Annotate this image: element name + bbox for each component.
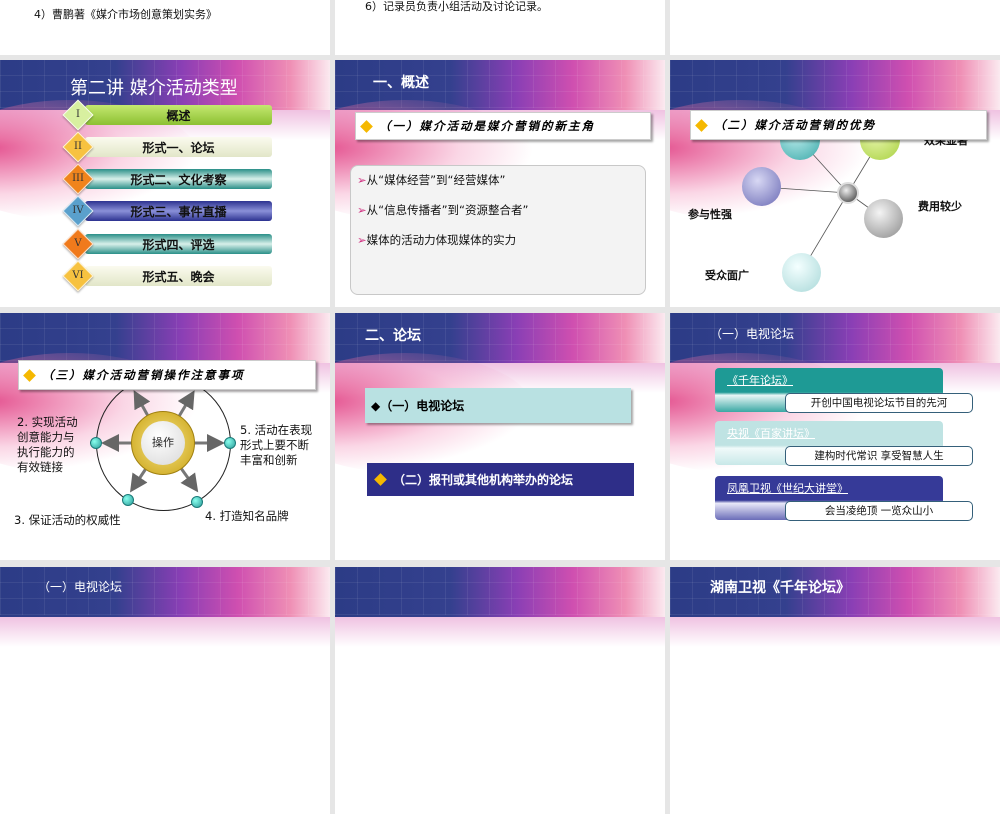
slide-text: 4）曹鹏著《媒介市场创意策划实务》 — [34, 8, 217, 21]
slogan-pill: 开创中国电视论坛节目的先河 — [785, 393, 973, 413]
bullet-text: 媒体的活动力体现媒体的实力 — [366, 233, 517, 247]
slogan-pill: 建构时代常识 享受智慧人生 — [785, 446, 973, 466]
note-line: 形式上要不断 — [240, 438, 309, 452]
slide-title: 一、概述 — [373, 75, 429, 91]
toc-number: III — [72, 173, 84, 184]
arrow-bullet-icon: ➢ — [357, 233, 367, 247]
circle-node — [864, 199, 903, 238]
slide-thumbnail-advantages[interactable]: 效果显著 费用较少 参与性强 受众面广 （二）媒介活动营销的优势 — [670, 60, 1000, 307]
slide-title: 二、论坛 — [365, 328, 421, 344]
toc-number: VI — [72, 270, 84, 281]
label-audience: 受众面广 — [705, 269, 749, 282]
toc-number: V — [74, 238, 82, 249]
toc-item: 概述 — [85, 105, 272, 125]
note-line: 2. 实现活动 — [17, 415, 78, 429]
box-text: （二）报刊或其他机构举办的论坛 — [393, 473, 574, 487]
slide-title: （一）电视论坛 — [710, 327, 795, 341]
diamond-icon — [23, 368, 36, 382]
bullet-text: 从“媒体经营”到“经营媒体” — [366, 173, 506, 187]
header-text: （三）媒介活动营销操作注意事项 — [42, 368, 245, 382]
forum-link[interactable]: 凤凰卫视《世纪大讲堂》 — [727, 480, 848, 496]
slide-thumbnail-forum[interactable]: 二、论坛 ◆ （一）电视论坛 （二）报刊或其他机构举办的论坛 — [335, 313, 665, 560]
slide-thumbnail-media-activity-types[interactable]: 第二讲 媒介活动类型 概述 I 形式一、论坛 II 形式二、文化考察 III 形… — [0, 60, 330, 307]
hub-label: 操作 — [141, 421, 185, 465]
header-box: （一）媒介活动是媒介营销的新主角 — [355, 112, 651, 140]
slide-thumbnail-operation-notes[interactable]: 操作 2. 实现活动 创意能力与 执行能力的 有效链接 5. 活动在表现 形式上要不断丰… — [0, 313, 330, 560]
slide-title: 湖南卫视《千年论坛》 — [710, 580, 850, 596]
slide-thumbnail[interactable]: 湖南卫视《千年论坛》 — [670, 567, 1000, 814]
content-panel: ➢从“媒体经营”到“经营媒体” ➢从“信息传播者”到“资源整合者” ➢媒体的活动… — [350, 165, 646, 295]
slide-thumbnail[interactable] — [335, 567, 665, 814]
circle-node — [782, 253, 821, 292]
arrow-bullet-icon: ➢ — [357, 203, 367, 217]
node-dot — [224, 437, 236, 449]
header-box: （三）媒介活动营销操作注意事项 — [18, 360, 316, 390]
note-line: 5. 活动在表现 — [240, 423, 313, 437]
slide-thumbnail[interactable]: 6）记录员负责小组活动及讨论记录。 — [335, 0, 665, 55]
note-line: 执行能力的 — [17, 445, 75, 459]
header-text: （二）媒介活动营销的优势 — [714, 118, 876, 132]
slide-thumbnail-overview[interactable]: 一、概述 （一）媒介活动是媒介营销的新主角 ➢从“媒体经营”到“经营媒体” ➢从… — [335, 60, 665, 307]
header-box: （二）媒介活动营销的优势 — [690, 110, 987, 140]
toc-item: 形式二、文化考察 — [85, 169, 272, 189]
note-line: 丰富和创新 — [240, 453, 298, 467]
toc-item: 形式五、晚会 — [85, 266, 272, 286]
note-3: 3. 保证活动的权威性 — [14, 513, 121, 527]
note-4: 4. 打造知名品牌 — [205, 509, 289, 523]
circle-node — [742, 167, 781, 206]
toc-item: 形式三、事件直播 — [85, 201, 272, 221]
slide-title: （一）电视论坛 — [38, 580, 123, 594]
box-text: （一）电视论坛 — [380, 399, 465, 413]
note-line: 有效链接 — [17, 460, 63, 474]
forum-link[interactable]: 《千年论坛》 — [727, 372, 793, 388]
toc-number: IV — [72, 205, 84, 216]
node-dot — [122, 494, 134, 506]
slide-thumbnail[interactable]: 4）曹鹏著《媒介市场创意策划实务》 — [0, 0, 330, 55]
node-dot — [191, 496, 203, 508]
press-forum-box: （二）报刊或其他机构举办的论坛 — [367, 463, 634, 496]
toc-item: 形式一、论坛 — [85, 137, 272, 157]
toc-item: 形式四、评选 — [85, 234, 272, 254]
note-line: 创意能力与 — [17, 430, 75, 444]
bullet-text: 从“信息传播者”到“资源整合者” — [366, 203, 529, 217]
slide-text: 6）记录员负责小组活动及讨论记录。 — [365, 0, 548, 13]
slide-thumbnail-tv-forum[interactable]: （一）电视论坛 《千年论坛》 开创中国电视论坛节目的先河 央视《百家讲坛》 建构… — [670, 313, 1000, 560]
diamond-icon — [360, 119, 373, 133]
center-node — [837, 182, 859, 204]
slide-thumbnail[interactable]: （一）电视论坛 — [0, 567, 330, 814]
slogan-pill: 会当凌绝顶 一览众山小 — [785, 501, 973, 521]
forum-link[interactable]: 央视《百家讲坛》 — [727, 425, 815, 441]
node-dot — [90, 437, 102, 449]
diamond-icon: ◆ — [371, 398, 381, 413]
tv-forum-box: ◆ （一）电视论坛 — [365, 388, 631, 423]
toc-number: II — [74, 141, 82, 152]
label-participation: 参与性强 — [688, 208, 732, 221]
slide-title: 第二讲 媒介活动类型 — [70, 78, 238, 99]
toc-number: I — [76, 109, 80, 120]
slide-thumbnail[interactable] — [670, 0, 1000, 55]
label-cost: 费用较少 — [918, 200, 962, 213]
header-text: （一）媒介活动是媒介营销的新主角 — [379, 119, 595, 133]
diamond-icon — [695, 118, 708, 132]
diamond-icon — [374, 473, 387, 486]
arrow-bullet-icon: ➢ — [357, 173, 367, 187]
